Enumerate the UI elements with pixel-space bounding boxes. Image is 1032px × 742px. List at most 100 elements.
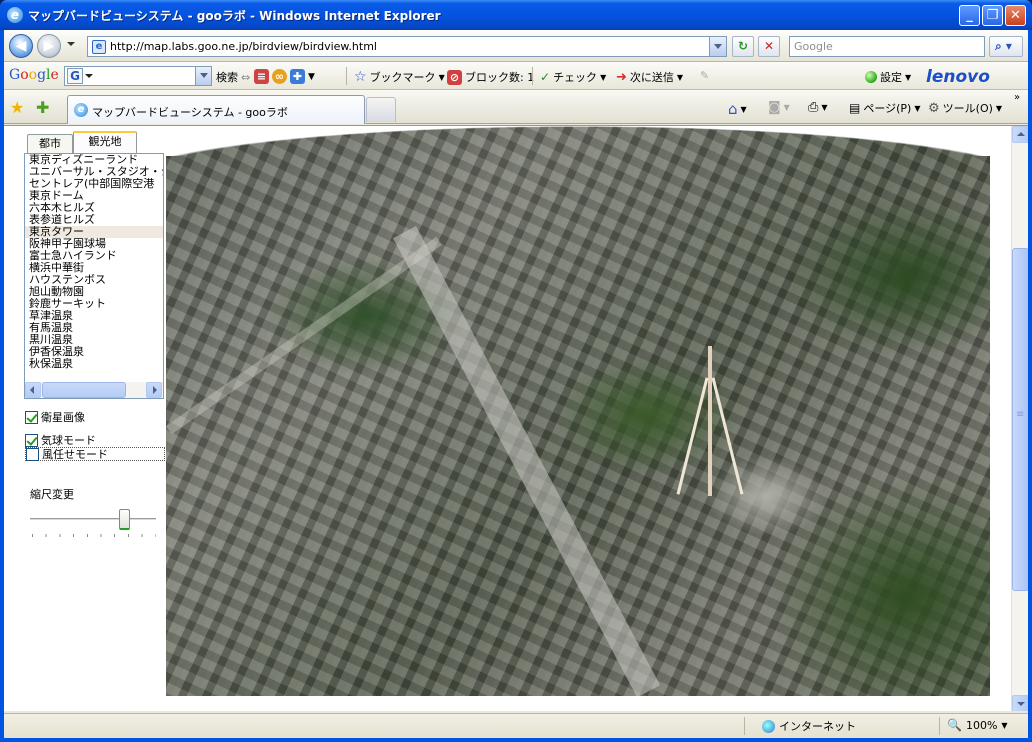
aerial-image[interactable] (166, 126, 990, 696)
list-item[interactable]: 東京タワー (25, 226, 163, 238)
tools-menu[interactable]: ⚙ ツール(O) ▼ (928, 100, 1002, 116)
list-item[interactable]: 旭山動物園 (25, 286, 163, 298)
zoom-control[interactable]: 🔍 100% ▼ (947, 718, 1008, 732)
list-item[interactable]: 伊香保温泉 (25, 346, 163, 358)
list-item[interactable]: 横浜中華街 (25, 262, 163, 274)
list-item[interactable]: ハウステンボス (25, 274, 163, 286)
chevron-down-icon: ▼ (438, 72, 445, 82)
spot-list[interactable]: 東京ディズニーランドユニバーサル・スタジオ・ジャセントレア(中部国際空港東京ドー… (25, 154, 163, 382)
google-search-button[interactable]: 検索 ⇔ (216, 69, 250, 85)
scroll-up-icon[interactable] (1012, 126, 1028, 143)
chevron-more-icon[interactable]: » (1014, 92, 1020, 103)
google-search-input[interactable]: G (64, 66, 212, 86)
slider-track[interactable] (30, 518, 156, 521)
print-button[interactable]: ⎙ ▼ (808, 100, 828, 115)
chevron-down-icon: ▼ (905, 72, 912, 82)
list-item[interactable]: 阪神甲子園球場 (25, 238, 163, 250)
balloon-checkbox-row[interactable]: 気球モード (25, 433, 96, 447)
list-item[interactable]: 黒川温泉 (25, 334, 163, 346)
list-item[interactable]: 富士急ハイランド (25, 250, 163, 262)
wind-checkbox-row[interactable]: 風任せモード (25, 447, 165, 461)
history-dropdown-icon[interactable] (67, 42, 75, 46)
scroll-down-icon[interactable] (1012, 695, 1028, 711)
search-label: 検索 (216, 71, 238, 84)
highlight-icon[interactable]: ✎ (700, 69, 709, 82)
scale-slider[interactable] (26, 508, 160, 538)
settings-label: 設定 (880, 71, 902, 84)
bookmarks-button[interactable]: ☆ ブックマーク ▼ (354, 69, 445, 85)
balloon-checkbox[interactable] (25, 433, 38, 447)
spellcheck-button[interactable]: ✓ チェック ▼ (540, 69, 606, 85)
tower-spire (708, 346, 712, 496)
stop-icon[interactable]: ✕ (758, 36, 780, 57)
list-horizontal-scrollbar[interactable] (25, 382, 163, 398)
scroll-thumb[interactable] (42, 382, 126, 398)
list-item[interactable]: 六本木ヒルズ (25, 202, 163, 214)
status-dot-icon (865, 71, 877, 83)
back-button[interactable]: ◀ (9, 34, 33, 58)
vertical-scrollbar[interactable] (1011, 126, 1028, 711)
scroll-right-icon[interactable] (146, 382, 162, 398)
toolbar-icons[interactable]: ≡ ∞ ✚ ▼ (254, 69, 315, 84)
address-dropdown-icon[interactable] (709, 37, 726, 56)
refresh-icon[interactable]: ↻ (732, 36, 754, 57)
settings-button[interactable]: 設定 ▼ (865, 69, 911, 85)
new-tab-button[interactable] (366, 97, 396, 122)
favorites-star-icon[interactable]: ★ (10, 98, 24, 117)
slider-knob[interactable] (119, 509, 130, 530)
chevron-down-icon[interactable]: ▼ (308, 72, 315, 82)
search-input[interactable]: Google (789, 36, 985, 57)
address-field[interactable]: e http://map.labs.goo.ne.jp/birdview/bir… (87, 36, 727, 57)
list-item[interactable]: 草津温泉 (25, 310, 163, 322)
pagerank-icon[interactable]: ≡ (254, 69, 269, 84)
list-item[interactable]: 東京ディズニーランド (25, 154, 163, 166)
google-dropdown-icon[interactable] (195, 67, 211, 85)
chevron-down-icon: ▼ (1001, 720, 1008, 730)
birdview-map[interactable] (166, 126, 990, 696)
maximize-button[interactable]: ❐ (982, 5, 1003, 26)
list-item[interactable]: 表参道ヒルズ (25, 214, 163, 226)
scroll-left-icon[interactable] (25, 382, 41, 398)
list-item[interactable]: 鈴鹿サーキット (25, 298, 163, 310)
google-logo: Google (9, 67, 59, 83)
tokyo-tower (666, 346, 756, 496)
close-button[interactable]: ✕ (1005, 5, 1026, 26)
popup-blocker-button[interactable]: ⊘ ブロック数: 1 (447, 69, 534, 85)
rss-icon: ◙ (768, 100, 781, 115)
list-item[interactable]: セントレア(中部国際空港 (25, 178, 163, 190)
minimize-button[interactable]: _ (959, 5, 980, 26)
list-item[interactable]: 東京ドーム (25, 190, 163, 202)
check-label: チェック (553, 71, 598, 84)
scroll-thumb[interactable] (1012, 248, 1028, 591)
lenovo-logo: lenovo (926, 67, 990, 87)
add-favorite-icon[interactable]: ✚ (36, 98, 49, 117)
page-menu[interactable]: ▤ ページ(P) ▼ (849, 100, 921, 116)
page-icon: ▤ (849, 101, 861, 115)
zoom-label: 100% (965, 718, 998, 732)
security-zone[interactable]: インターネット (762, 718, 856, 734)
browser-window: e マップバードビューシステム - gooラボ - Windows Intern… (0, 0, 1032, 742)
address-url[interactable]: http://map.labs.goo.ne.jp/birdview/birdv… (110, 40, 377, 53)
home-button[interactable]: ⌂ ▼ (728, 100, 747, 118)
search-button[interactable]: ⌕ ▾ (989, 36, 1023, 57)
apps-icon[interactable]: ✚ (290, 69, 305, 84)
tab-city[interactable]: 都市 (27, 134, 73, 153)
forward-button[interactable]: ▶ (37, 34, 61, 58)
loop-icon[interactable]: ∞ (272, 69, 287, 84)
satellite-checkbox-row[interactable]: 衛星画像 (25, 410, 85, 424)
address-toolbar: ◀ ▶ e http://map.labs.goo.ne.jp/birdview… (4, 30, 1028, 62)
send-to-button[interactable]: ➜ 次に送信 ▼ (616, 69, 683, 85)
tab-sightseeing[interactable]: 観光地 (73, 131, 137, 153)
list-item[interactable]: ユニバーサル・スタジオ・ジャ (25, 166, 163, 178)
sightseeing-list[interactable]: 東京ディズニーランドユニバーサル・スタジオ・ジャセントレア(中部国際空港東京ドー… (24, 153, 164, 399)
chevron-down-icon[interactable] (85, 74, 93, 78)
list-item[interactable]: 秋保温泉 (25, 358, 163, 370)
wind-checkbox[interactable] (26, 447, 39, 461)
page-menu-label: ページ(P) (863, 102, 912, 115)
tab-birdview[interactable]: e マップバードビューシステム - gooラボ (67, 95, 365, 124)
tower-leg (711, 377, 744, 495)
list-item[interactable]: 有馬温泉 (25, 322, 163, 334)
send-to-label: 次に送信 (629, 71, 674, 84)
feeds-button[interactable]: ◙ ▼ (768, 100, 790, 115)
satellite-checkbox[interactable] (25, 410, 38, 424)
